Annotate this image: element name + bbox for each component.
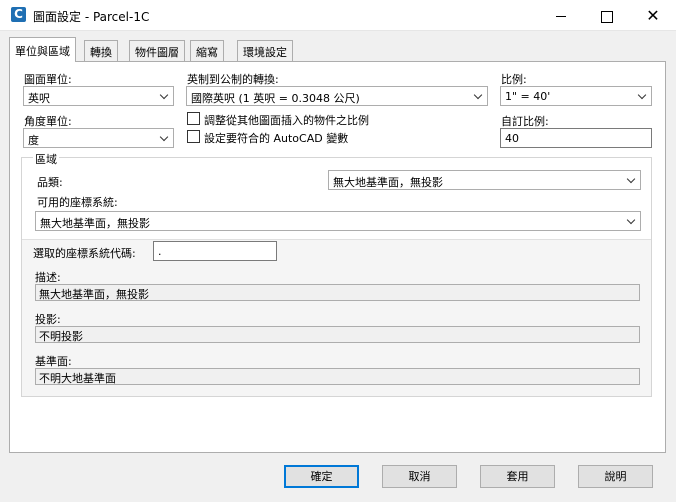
chevron-down-icon bbox=[159, 90, 169, 100]
drawing-units-dropdown[interactable]: 英呎 bbox=[23, 86, 174, 106]
scale-value: 1" = 40' bbox=[505, 90, 551, 103]
tab-ambient-settings[interactable]: 環境設定 bbox=[237, 40, 293, 61]
set-autocad-variables-label: 設定要符合的 AutoCAD 變數 bbox=[204, 132, 349, 145]
projection-label: 投影: bbox=[35, 313, 61, 326]
projection-field: 不明投影 bbox=[35, 326, 640, 343]
ok-button[interactable]: 確定 bbox=[284, 465, 359, 488]
tab-transformation[interactable]: 轉換 bbox=[84, 40, 118, 61]
chevron-down-icon bbox=[626, 215, 636, 225]
available-cs-dropdown[interactable]: 無大地基準面，無投影 bbox=[35, 211, 641, 231]
tab-object-layers[interactable]: 物件圖層 bbox=[129, 40, 185, 61]
selected-code-label: 選取的座標系統代碼: bbox=[33, 247, 136, 260]
apply-button[interactable]: 套用 bbox=[480, 465, 555, 488]
app-icon: C bbox=[11, 7, 26, 22]
category-value: 無大地基準面，無投影 bbox=[333, 176, 443, 189]
datum-field: 不明大地基準面 bbox=[35, 368, 640, 385]
drawing-units-label: 圖面單位: bbox=[24, 73, 72, 86]
conversion-label: 英制到公制的轉換: bbox=[187, 73, 279, 86]
description-field: 無大地基準面，無投影 bbox=[35, 284, 640, 301]
maximize-icon[interactable] bbox=[584, 0, 630, 31]
window-title: 圖面設定 - Parcel-1C bbox=[33, 10, 150, 24]
category-label: 品類: bbox=[37, 176, 63, 189]
tab-units-and-zone[interactable]: 單位與區域 bbox=[9, 37, 76, 62]
scale-label: 比例: bbox=[501, 73, 527, 86]
angular-units-dropdown[interactable]: 度 bbox=[23, 128, 174, 148]
available-cs-value: 無大地基準面，無投影 bbox=[40, 217, 150, 230]
scale-inserted-objects-label: 調整從其他圖面插入的物件之比例 bbox=[204, 114, 369, 127]
minimize-icon[interactable] bbox=[538, 0, 584, 31]
datum-label: 基準面: bbox=[35, 355, 72, 368]
scale-dropdown[interactable]: 1" = 40' bbox=[500, 86, 652, 106]
conversion-value: 國際英呎 (1 英呎 = 0.3048 公尺) bbox=[191, 92, 360, 105]
set-autocad-variables-checkbox[interactable] bbox=[187, 130, 200, 143]
zone-group-label: 區域 bbox=[33, 151, 59, 167]
help-button[interactable]: 說明 bbox=[578, 465, 653, 488]
selected-code-input[interactable]: . bbox=[153, 241, 277, 261]
angular-units-label: 角度單位: bbox=[24, 115, 72, 128]
tab-abbreviations[interactable]: 縮寫 bbox=[190, 40, 224, 61]
chevron-down-icon bbox=[473, 90, 483, 100]
description-label: 描述: bbox=[35, 271, 61, 284]
scale-inserted-objects-checkbox[interactable] bbox=[187, 112, 200, 125]
conversion-dropdown[interactable]: 國際英呎 (1 英呎 = 0.3048 公尺) bbox=[186, 86, 488, 106]
custom-scale-input[interactable]: 40 bbox=[500, 128, 652, 148]
cancel-button[interactable]: 取消 bbox=[382, 465, 457, 488]
angular-units-value: 度 bbox=[28, 134, 39, 147]
drawing-units-value: 英呎 bbox=[28, 92, 50, 105]
chevron-down-icon bbox=[626, 174, 636, 184]
category-dropdown[interactable]: 無大地基準面，無投影 bbox=[328, 170, 641, 190]
close-icon[interactable]: ✕ bbox=[630, 0, 676, 31]
chevron-down-icon bbox=[159, 132, 169, 142]
chevron-down-icon bbox=[637, 90, 647, 100]
available-cs-label: 可用的座標系統: bbox=[37, 196, 118, 209]
custom-scale-label: 自訂比例: bbox=[501, 115, 549, 128]
